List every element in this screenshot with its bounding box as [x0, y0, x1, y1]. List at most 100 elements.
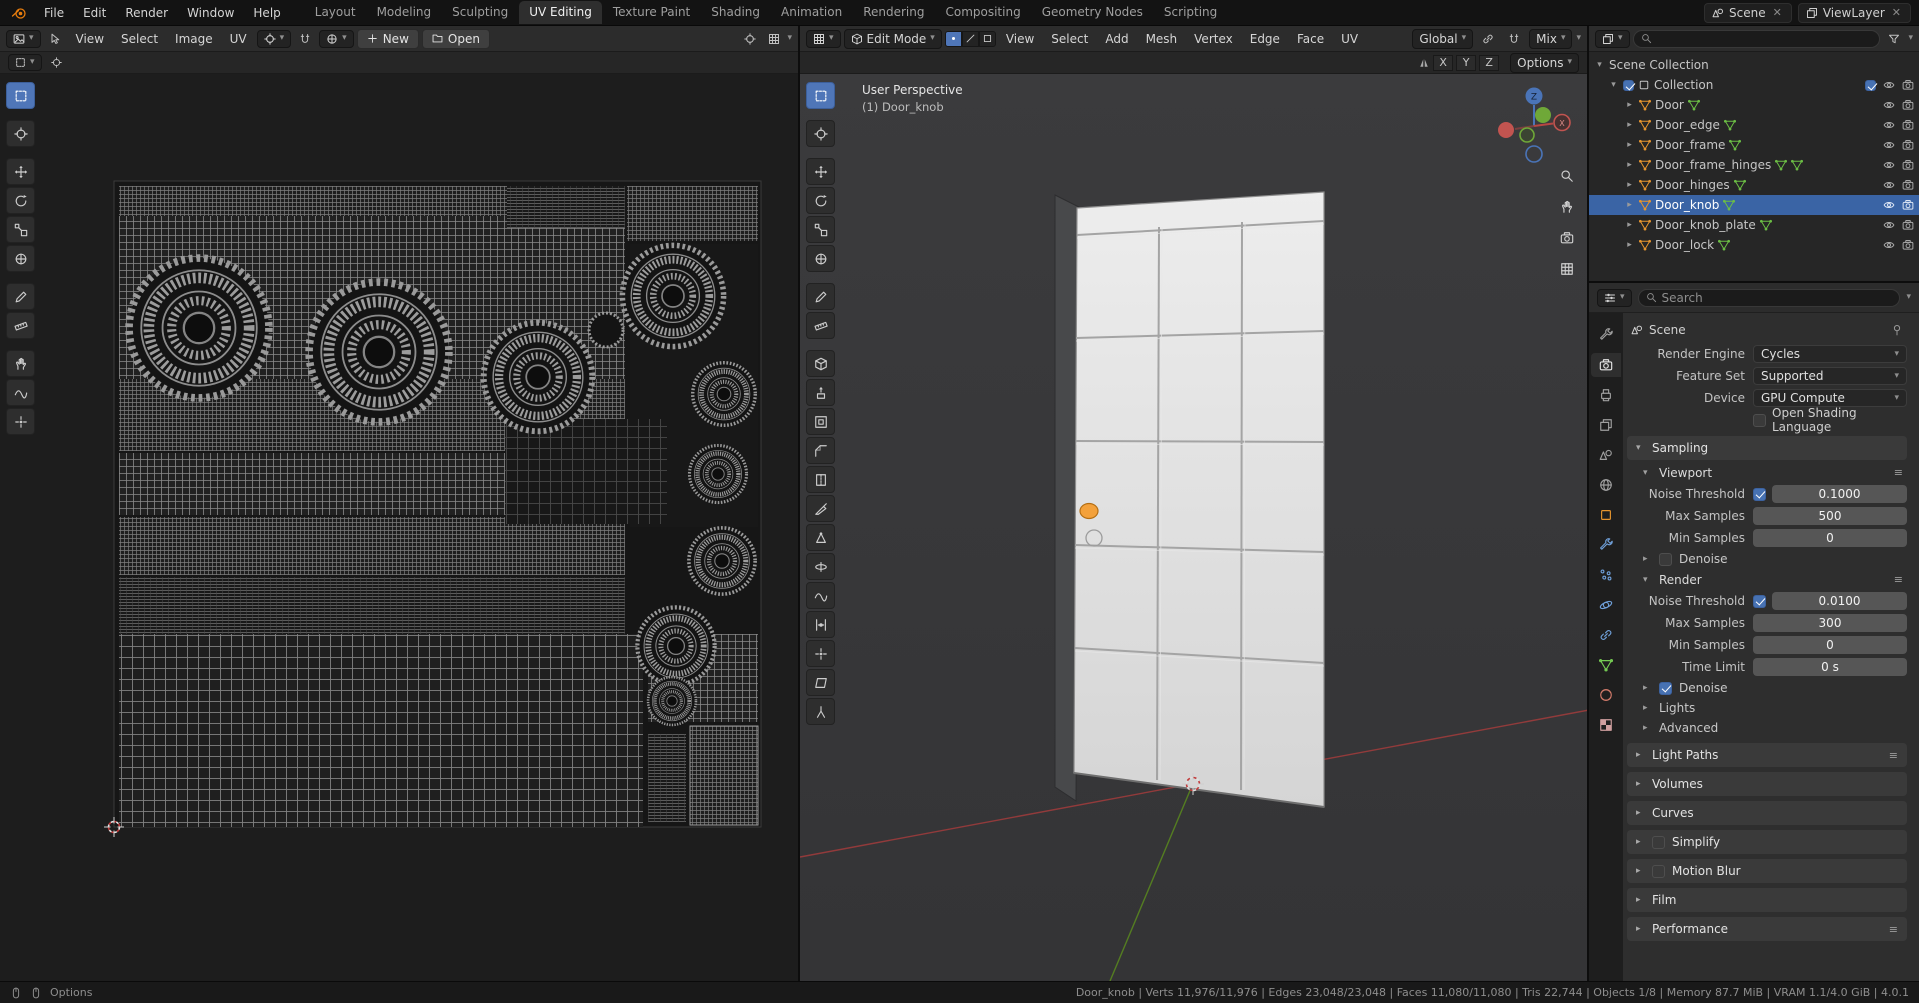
camera-view-icon[interactable]	[1557, 228, 1577, 248]
uv-menu-view[interactable]: View	[69, 29, 111, 49]
uv-tool-transform[interactable]	[6, 245, 35, 272]
tab-constraints[interactable]	[1591, 623, 1621, 647]
outliner-options-icon[interactable]: ▾	[1908, 34, 1913, 43]
tab-material[interactable]	[1591, 683, 1621, 707]
toggle-perspective-icon[interactable]	[1557, 259, 1577, 279]
outliner-row-door-frame-hinges[interactable]: ▸ Door_frame_hinges	[1589, 155, 1919, 175]
gizmo-y-axis[interactable]	[1535, 107, 1551, 123]
tab-output[interactable]	[1591, 383, 1621, 407]
vp-menu-edge[interactable]: Edge	[1243, 29, 1287, 49]
outliner-row-door-lock[interactable]: ▸ Door_lock	[1589, 235, 1919, 255]
section-curves[interactable]: ▸ Curves	[1627, 801, 1907, 825]
pin-icon[interactable]	[1891, 324, 1903, 336]
vp-tool-add-cube[interactable]	[806, 350, 835, 377]
uv-tool-scale[interactable]	[6, 216, 35, 243]
gizmo-y-neg-axis[interactable]	[1519, 127, 1535, 143]
outliner-row-door-frame[interactable]: ▸ Door_frame	[1589, 135, 1919, 155]
outliner-row-door-knob[interactable]: ▸ Door_knob	[1589, 195, 1919, 215]
render-presets-icon[interactable]: ≡	[1894, 573, 1907, 586]
vp-tool-knife[interactable]	[806, 495, 835, 522]
viewport-max-samples-field[interactable]: 500	[1753, 507, 1907, 525]
scene-selector[interactable]: Scene ✕	[1704, 2, 1792, 23]
uv-gizmos-icon[interactable]	[739, 29, 761, 48]
render-denoise-checkbox[interactable]	[1659, 681, 1672, 695]
viewlayer-remove-icon[interactable]: ✕	[1890, 6, 1903, 19]
light-paths-presets-icon[interactable]: ≡	[1889, 749, 1898, 762]
render-noise-threshold-field[interactable]: 0.0100	[1772, 592, 1907, 610]
section-performance[interactable]: ▸ Performance ≡	[1627, 917, 1907, 941]
hide-eye-icon[interactable]	[1883, 159, 1895, 171]
hide-eye-icon[interactable]	[1883, 239, 1895, 251]
tab-geometry-nodes[interactable]: Geometry Nodes	[1032, 1, 1153, 24]
section-sampling[interactable]: ▾ Sampling	[1627, 436, 1907, 460]
viewport-presets-icon[interactable]: ≡	[1894, 466, 1907, 479]
expand-icon[interactable]: ▸	[1624, 100, 1635, 110]
uv-tool-pinch[interactable]	[6, 408, 35, 435]
vp-tool-cursor[interactable]	[806, 120, 835, 147]
section-light-paths[interactable]: ▸ Light Paths ≡	[1627, 743, 1907, 767]
tab-animation[interactable]: Animation	[771, 1, 852, 24]
uv-canvas[interactable]	[0, 74, 798, 981]
zoom-view-icon[interactable]	[1557, 166, 1577, 186]
render-time-limit-field[interactable]: 0 s	[1753, 658, 1907, 676]
uv-tool-select-box[interactable]	[6, 82, 35, 109]
disable-render-icon[interactable]	[1902, 219, 1914, 231]
render-min-samples-field[interactable]: 0	[1753, 636, 1907, 654]
blender-logo-icon[interactable]	[8, 4, 30, 22]
subsection-render[interactable]: ▾ Render ≡	[1627, 569, 1907, 590]
vp-tool-move[interactable]	[806, 158, 835, 185]
uv-active-tool-chip[interactable]: ▾	[8, 54, 42, 71]
expand-icon[interactable]: ▸	[1624, 180, 1635, 190]
tab-scripting[interactable]: Scripting	[1154, 1, 1227, 24]
mirror-x-toggle[interactable]: X	[1433, 54, 1454, 71]
render-denoise-row[interactable]: ▸ Denoise	[1627, 678, 1907, 698]
editor-type-selector[interactable]: ▾	[6, 29, 41, 48]
uv-tool-relax[interactable]	[6, 379, 35, 406]
outliner-row-collection[interactable]: ▾ Collection	[1589, 75, 1919, 95]
tab-sculpting[interactable]: Sculpting	[442, 1, 518, 24]
expand-icon[interactable]: ▸	[1624, 240, 1635, 250]
disable-render-icon[interactable]	[1902, 199, 1914, 211]
tab-rendering[interactable]: Rendering	[853, 1, 934, 24]
device-dropdown[interactable]: GPU Compute ▾	[1753, 389, 1907, 407]
vp-tool-poly-build[interactable]	[806, 524, 835, 551]
vp-tool-select-box[interactable]	[806, 82, 835, 109]
render-engine-dropdown[interactable]: Cycles ▾	[1753, 345, 1907, 363]
vp-menu-add[interactable]: Add	[1098, 29, 1135, 49]
viewport-denoise-checkbox[interactable]	[1659, 552, 1672, 566]
tab-object-data[interactable]	[1591, 653, 1621, 677]
vp-tool-rip-region[interactable]	[806, 698, 835, 725]
tab-uv-editing[interactable]: UV Editing	[519, 1, 602, 24]
vp-tool-shear[interactable]	[806, 669, 835, 696]
menu-window[interactable]: Window	[178, 3, 243, 23]
vp-menu-mesh[interactable]: Mesh	[1139, 29, 1185, 49]
expand-icon[interactable]: ▸	[1624, 200, 1635, 210]
outliner-editor-type-selector[interactable]: ▾	[1595, 29, 1630, 48]
tab-view-layer[interactable]	[1591, 413, 1621, 437]
motion-blur-checkbox[interactable]	[1652, 864, 1665, 878]
tab-scene[interactable]	[1591, 443, 1621, 467]
vp-menu-select[interactable]: Select	[1044, 29, 1095, 49]
tab-shading[interactable]: Shading	[701, 1, 770, 24]
properties-editor-type-selector[interactable]: ▾	[1597, 288, 1632, 307]
editor-type-selector-3d[interactable]: ▾	[806, 29, 841, 48]
vp-tool-edge-slide[interactable]	[806, 611, 835, 638]
properties-options-icon[interactable]: ▾	[1906, 293, 1911, 302]
disable-render-icon[interactable]	[1902, 119, 1914, 131]
expand-icon[interactable]: ▸	[1624, 140, 1635, 150]
outliner-filter-icon[interactable]	[1883, 29, 1905, 48]
transform-orientation-selector[interactable]: Global ▾	[1412, 28, 1474, 49]
disable-render-icon[interactable]	[1902, 159, 1914, 171]
uv-tool-grab[interactable]	[6, 350, 35, 377]
outliner-row-scene-collection[interactable]: ▾ Scene Collection	[1589, 55, 1919, 75]
vp-tool-rotate[interactable]	[806, 187, 835, 214]
tab-tool[interactable]	[1591, 323, 1621, 347]
mirror-z-toggle[interactable]: Z	[1479, 54, 1500, 71]
vp-tool-loop-cut[interactable]	[806, 466, 835, 493]
tab-world[interactable]	[1591, 473, 1621, 497]
hide-eye-icon[interactable]	[1883, 199, 1895, 211]
uv-pivot-selector[interactable]: ▾	[256, 29, 292, 48]
tab-modifiers[interactable]	[1591, 533, 1621, 557]
osl-checkbox[interactable]	[1753, 413, 1766, 427]
vp-tool-shrink-fatten[interactable]	[806, 640, 835, 667]
